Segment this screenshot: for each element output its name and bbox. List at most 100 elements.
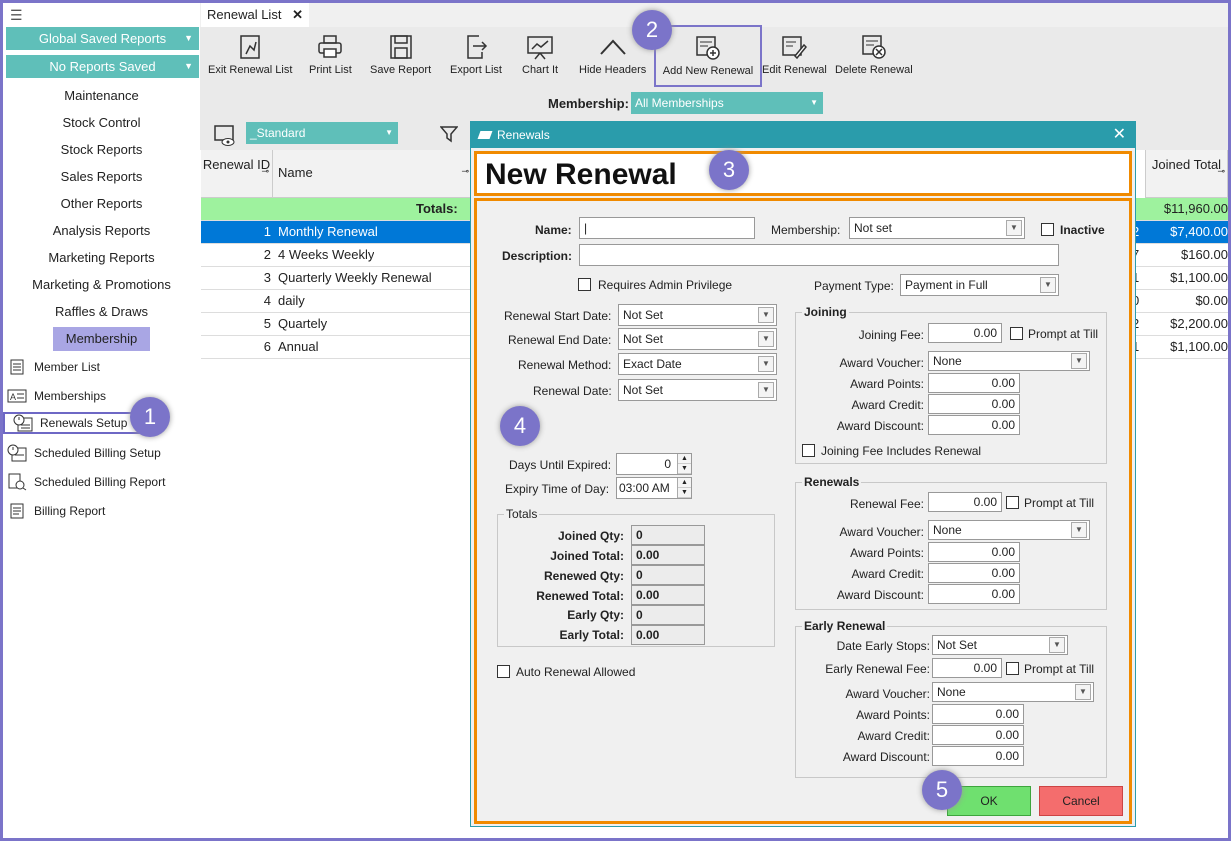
menu-marketing-reports[interactable]: Marketing Reports: [3, 246, 200, 270]
joined-total-value: 0.00: [631, 545, 705, 565]
menu-stock-control[interactable]: Stock Control: [3, 111, 200, 135]
membership-select[interactable]: Not set ▼: [849, 217, 1025, 239]
nav-scheduled-billing-report[interactable]: Scheduled Billing Report: [3, 470, 200, 494]
spin-down-icon[interactable]: ▼: [678, 464, 691, 474]
renewal-prompt-checkbox[interactable]: [1006, 496, 1019, 509]
print-list-button[interactable]: Print List: [309, 34, 352, 76]
close-icon[interactable]: ✕: [1113, 122, 1126, 148]
standard-view-dropdown[interactable]: _Standard ▼: [246, 122, 398, 144]
pin-icon[interactable]: ⊸: [1217, 166, 1225, 177]
view-icon[interactable]: [214, 125, 236, 147]
includes-renewal-checkbox[interactable]: [802, 444, 815, 457]
renewal-date-select[interactable]: Not Set ▼: [618, 379, 777, 401]
cell-name: Annual: [278, 339, 319, 354]
chart-it-button[interactable]: Chart It: [522, 34, 558, 76]
payment-type-select[interactable]: Payment in Full ▼: [900, 274, 1059, 296]
description-input[interactable]: [579, 244, 1059, 266]
early-total-value: 0.00: [631, 625, 705, 645]
no-reports-dropdown[interactable]: No Reports Saved ▼: [6, 55, 199, 78]
renewal-method-select[interactable]: Exact Date ▼: [618, 353, 777, 375]
dialog-titlebar[interactable]: Renewals ✕: [471, 122, 1135, 148]
renewal-voucher-select[interactable]: None ▼: [928, 520, 1090, 540]
renewal-points-input[interactable]: 0.00: [928, 542, 1020, 562]
tab-renewal-list[interactable]: Renewal List ✕: [201, 3, 309, 28]
menu-other-reports[interactable]: Other Reports: [3, 192, 200, 216]
joining-prompt-checkbox[interactable]: [1010, 327, 1023, 340]
early-points-input[interactable]: 0.00: [932, 704, 1024, 724]
delete-renewal-button[interactable]: Delete Renewal: [835, 34, 913, 76]
cell-id: 1: [263, 224, 271, 239]
joining-group-title: Joining: [802, 305, 849, 319]
requires-admin-checkbox[interactable]: [578, 278, 591, 291]
cancel-button[interactable]: Cancel: [1039, 786, 1123, 816]
early-discount-input[interactable]: 0.00: [932, 746, 1024, 766]
menu-sales-reports[interactable]: Sales Reports: [3, 165, 200, 189]
pin-icon[interactable]: ⊸: [461, 166, 469, 177]
spinner[interactable]: ▲ ▼: [677, 454, 691, 474]
spinner[interactable]: ▲ ▼: [677, 478, 691, 498]
spin-down-icon[interactable]: ▼: [678, 488, 691, 498]
nav-renewals-setup[interactable]: Renewals Setup: [3, 412, 143, 434]
global-saved-reports-dropdown[interactable]: Global Saved Reports ▼: [6, 27, 199, 50]
export-list-button[interactable]: Export List: [450, 34, 502, 76]
pin-icon[interactable]: ⊸: [261, 166, 269, 177]
filter-icon[interactable]: [440, 125, 458, 143]
joining-discount-input[interactable]: 0.00: [928, 415, 1020, 435]
save-report-button[interactable]: Save Report: [370, 34, 431, 76]
joining-fee-input[interactable]: 0.00: [928, 323, 1002, 343]
menu-raffles-draws[interactable]: Raffles & Draws: [3, 300, 200, 324]
cell-name: Quarterly Weekly Renewal: [278, 270, 432, 285]
chevron-down-icon: ▼: [385, 128, 393, 137]
early-voucher-select[interactable]: None ▼: [932, 682, 1094, 702]
chevron-down-icon: ▼: [1040, 277, 1056, 293]
hamburger-icon[interactable]: ☰: [10, 7, 23, 24]
expiry-time-input[interactable]: 03:00 AM ▲ ▼: [616, 477, 692, 499]
column-header-renewal-id[interactable]: Renewal ID ⊸: [201, 150, 273, 198]
column-header-joined-total[interactable]: Joined Total ⊸: [1145, 150, 1228, 198]
joining-credit-input[interactable]: 0.00: [928, 394, 1020, 414]
menu-analysis-reports[interactable]: Analysis Reports: [3, 219, 200, 243]
date-early-stops-select[interactable]: Not Set ▼: [932, 635, 1068, 655]
nav-memberships[interactable]: A Memberships: [3, 384, 200, 408]
joining-points-input[interactable]: 0.00: [928, 373, 1020, 393]
sidebar: ☰ Global Saved Reports ▼ No Reports Saved…: [3, 3, 200, 838]
menu-maintenance[interactable]: Maintenance: [3, 84, 200, 108]
cell-id: 4: [263, 293, 271, 308]
chevron-down-icon: ▼: [1071, 353, 1087, 369]
edit-renewal-button[interactable]: Edit Renewal: [762, 34, 827, 76]
early-prompt-checkbox[interactable]: [1006, 662, 1019, 675]
spin-up-icon[interactable]: ▲: [678, 478, 691, 488]
joined-qty-label: Joined Qty:: [557, 529, 624, 543]
menu-membership[interactable]: Membership: [53, 327, 150, 351]
membership-value: Not set: [854, 221, 893, 235]
early-credit-label: Award Credit:: [857, 729, 930, 743]
exit-renewal-list-button[interactable]: Exit Renewal List: [208, 34, 292, 76]
edit-document-icon: [782, 36, 808, 60]
cell-name: 4 Weeks Weekly: [278, 247, 375, 262]
renewal-fee-input[interactable]: 0.00: [928, 492, 1002, 512]
renewal-start-date-select[interactable]: Not Set ▼: [618, 304, 777, 326]
renewal-discount-input[interactable]: 0.00: [928, 584, 1020, 604]
joined-qty-value: 0: [631, 525, 705, 545]
printer-icon: [318, 35, 343, 58]
name-input[interactable]: |: [579, 217, 755, 239]
nav-billing-report[interactable]: Billing Report: [3, 499, 200, 523]
early-renewal-fee-input[interactable]: 0.00: [932, 658, 1002, 678]
early-credit-input[interactable]: 0.00: [932, 725, 1024, 745]
membership-filter-value: All Memberships: [635, 96, 724, 110]
joining-voucher-select[interactable]: None ▼: [928, 351, 1090, 371]
days-until-expired-input[interactable]: 0 ▲ ▼: [616, 453, 692, 475]
menu-stock-reports[interactable]: Stock Reports: [3, 138, 200, 162]
spin-up-icon[interactable]: ▲: [678, 454, 691, 464]
renewal-end-date-select[interactable]: Not Set ▼: [618, 328, 777, 350]
renewal-credit-input[interactable]: 0.00: [928, 563, 1020, 583]
membership-filter-dropdown[interactable]: All Memberships ▼: [631, 92, 823, 114]
auto-renewal-checkbox[interactable]: [497, 665, 510, 678]
inactive-checkbox[interactable]: [1041, 223, 1054, 236]
calendar-clock-icon: [13, 414, 33, 432]
menu-marketing-promotions[interactable]: Marketing & Promotions: [3, 273, 200, 297]
column-header-name[interactable]: Name ⊸: [273, 150, 473, 198]
close-icon[interactable]: ✕: [292, 3, 303, 27]
nav-scheduled-billing-setup[interactable]: Scheduled Billing Setup: [3, 441, 200, 465]
nav-member-list[interactable]: Member List: [3, 355, 200, 379]
